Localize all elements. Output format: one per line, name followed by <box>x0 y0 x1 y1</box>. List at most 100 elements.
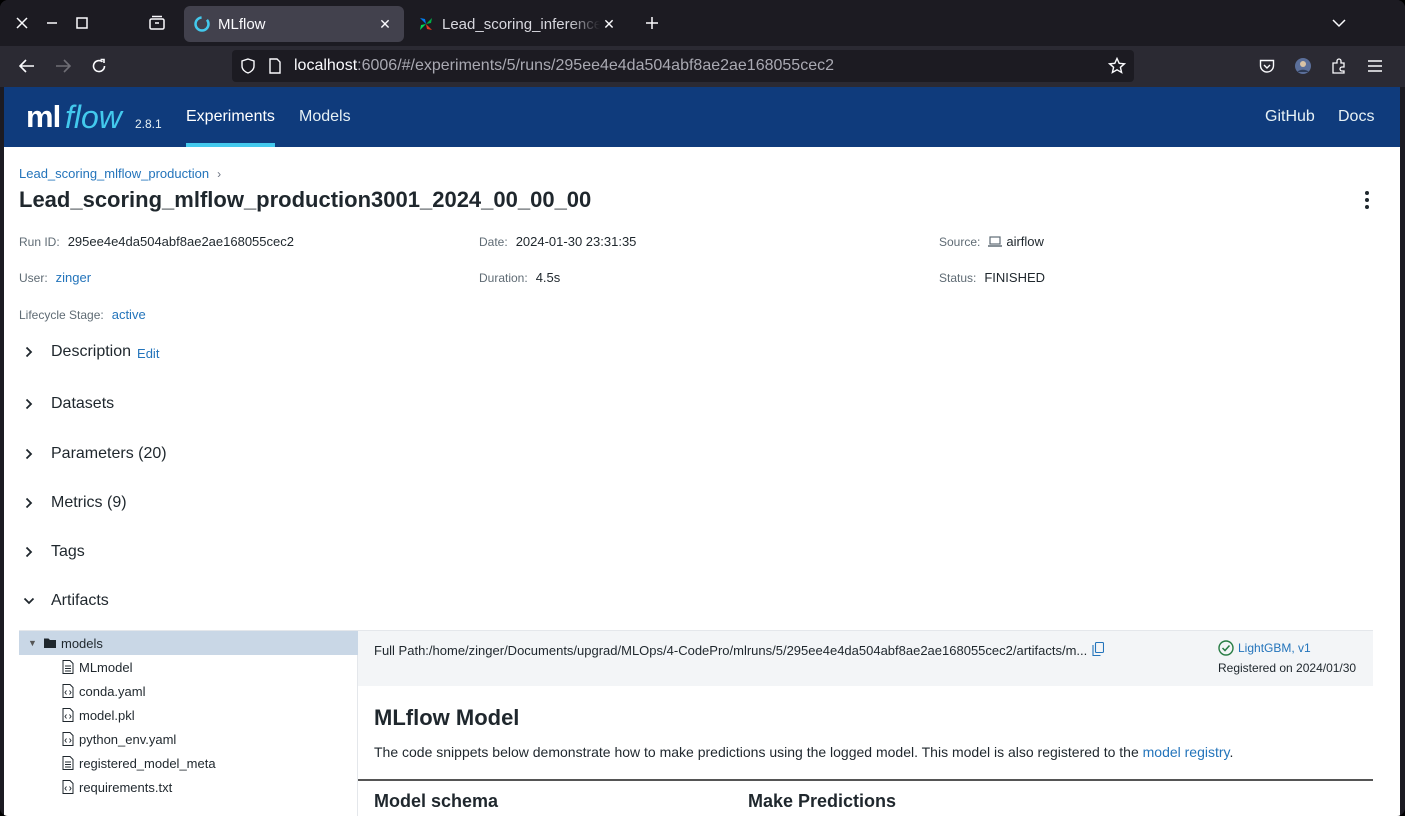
navigation-toolbar: localhost:6006/#/experiments/5/runs/295e… <box>0 46 1405 87</box>
status-value: FINISHED <box>984 270 1046 285</box>
registered-on-text: Registered on 2024/01/30 <box>1218 661 1357 675</box>
pocket-icon[interactable] <box>1255 54 1279 78</box>
model-description: The code snippets below demonstrate how … <box>374 744 1233 760</box>
tab-overview-icon[interactable] <box>146 12 168 34</box>
url-text[interactable]: localhost:6006/#/experiments/5/runs/295e… <box>294 57 834 75</box>
model-schema-heading: Model schema <box>374 791 499 811</box>
lifecycle-field: Lifecycle Stage: active <box>19 307 146 322</box>
file-code-icon <box>62 732 74 746</box>
browser-window: MLflow ✕ Lead_scoring_inference ✕ localh <box>0 0 1405 816</box>
page-icon[interactable] <box>268 58 282 74</box>
back-arrow-icon[interactable] <box>15 54 39 78</box>
section-metrics[interactable]: Metrics (9) <box>19 488 127 518</box>
caret-down-icon[interactable]: ▼ <box>28 638 38 648</box>
full-path-text: Full Path:/home/zinger/Documents/upgrad/… <box>374 643 1088 658</box>
tree-item-model-pkl[interactable]: model.pkl <box>19 703 358 727</box>
user-link[interactable]: zinger <box>56 270 91 285</box>
kebab-menu-icon[interactable] <box>1358 190 1376 210</box>
check-circle-icon <box>1218 640 1234 656</box>
url-path: :6006/#/experiments/5/runs/295ee4e4da504… <box>357 57 834 74</box>
section-description-label: Description <box>51 343 132 360</box>
description-edit-link[interactable]: Edit <box>137 346 159 361</box>
extensions-icon[interactable] <box>1327 54 1351 78</box>
account-avatar-icon[interactable] <box>1291 54 1315 78</box>
section-artifacts-label: Artifacts <box>51 592 109 609</box>
tree-item-python-env-yaml[interactable]: python_env.yaml <box>19 727 358 751</box>
new-tab-icon[interactable] <box>641 12 663 34</box>
lifecycle-link[interactable]: active <box>112 307 146 322</box>
nav-experiments[interactable]: Experiments <box>186 87 275 147</box>
mlflow-model-title: MLflow Model <box>374 705 520 730</box>
chevron-right-icon <box>19 542 39 562</box>
model-registry-link[interactable]: model registry <box>1143 744 1230 760</box>
file-code-icon <box>62 780 74 794</box>
forward-arrow-icon[interactable] <box>51 54 75 78</box>
tree-item-models[interactable]: ▼ models <box>19 631 358 655</box>
file-code-icon <box>62 708 74 722</box>
tree-item-label: registered_model_meta <box>79 755 216 771</box>
folder-icon <box>44 638 56 648</box>
mlflow-header: ml flow 2.8.1 Experiments Models GitHub … <box>4 87 1400 147</box>
run-id-label: Run ID: <box>19 234 60 249</box>
breadcrumb: Lead_scoring_mlflow_production › <box>19 166 221 181</box>
copy-icon[interactable] <box>1092 642 1104 656</box>
url-bar[interactable]: localhost:6006/#/experiments/5/runs/295e… <box>232 50 1134 82</box>
docs-link[interactable]: Docs <box>1338 87 1374 147</box>
artifact-preview: Full Path:/home/zinger/Documents/upgrad/… <box>358 631 1373 816</box>
reload-icon[interactable] <box>87 54 111 78</box>
github-link[interactable]: GitHub <box>1265 87 1315 147</box>
tree-item-label: MLmodel <box>79 659 133 675</box>
version-label: 2.8.1 <box>135 117 162 131</box>
tree-item-registered-model-meta[interactable]: registered_model_meta <box>19 751 358 775</box>
tree-item-conda-yaml[interactable]: conda.yaml <box>19 679 358 703</box>
logo-ml-text: ml <box>26 99 61 134</box>
hamburger-menu-icon[interactable] <box>1363 54 1387 78</box>
section-parameters-label: Parameters (20) <box>51 445 167 462</box>
shield-icon[interactable] <box>240 58 256 74</box>
path-bar: Full Path:/home/zinger/Documents/upgrad/… <box>358 631 1373 686</box>
user-field: User: zinger <box>19 270 91 285</box>
section-parameters[interactable]: Parameters (20) <box>19 439 167 469</box>
close-tab-icon[interactable]: ✕ <box>600 15 618 33</box>
section-artifacts[interactable]: Artifacts <box>19 586 109 616</box>
section-datasets[interactable]: Datasets <box>19 389 114 419</box>
run-id-value: 295ee4e4da504abf8ae2ae168055cec2 <box>67 234 294 249</box>
bookmark-star-icon[interactable] <box>1108 57 1126 75</box>
section-description[interactable]: Description Edit <box>19 337 159 367</box>
status-label: Status: <box>939 270 977 285</box>
breadcrumb-experiment-link[interactable]: Lead_scoring_mlflow_production <box>19 166 209 181</box>
tab-mlflow[interactable]: MLflow ✕ <box>184 6 404 42</box>
airflow-favicon-icon <box>420 18 432 30</box>
file-text-icon <box>62 660 74 674</box>
minimize-window-icon[interactable] <box>41 12 63 34</box>
lifecycle-label: Lifecycle Stage: <box>19 307 104 322</box>
tree-item-label: python_env.yaml <box>79 731 177 747</box>
tree-item-mlmodel[interactable]: MLmodel <box>19 655 358 679</box>
date-label: Date: <box>479 234 508 249</box>
nav-models[interactable]: Models <box>299 87 351 147</box>
file-text-icon <box>62 756 74 770</box>
registered-model-link[interactable]: LightGBM, v1 <box>1218 640 1356 656</box>
artifact-tree: ▼ models MLmodel conda.yaml model.pkl py… <box>19 631 358 816</box>
laptop-icon <box>988 236 1003 247</box>
url-host: localhost <box>294 57 358 74</box>
user-label: User: <box>19 270 48 285</box>
section-metrics-label: Metrics (9) <box>51 494 127 511</box>
run-id-field: Run ID: 295ee4e4da504abf8ae2ae168055cec2 <box>19 234 294 249</box>
status-field: Status: FINISHED <box>939 270 1045 285</box>
section-tags[interactable]: Tags <box>19 537 85 567</box>
registration-info: LightGBM, v1 Registered on 2024/01/30 <box>1218 640 1356 675</box>
tree-item-label: model.pkl <box>79 707 135 723</box>
chevron-right-icon <box>19 493 39 513</box>
chevron-right-icon <box>19 394 39 414</box>
duration-label: Duration: <box>479 270 528 285</box>
maximize-window-icon[interactable] <box>71 12 93 34</box>
close-tab-icon[interactable]: ✕ <box>376 15 394 33</box>
tree-item-requirements-txt[interactable]: requirements.txt <box>19 775 358 799</box>
close-window-icon[interactable] <box>11 12 33 34</box>
date-field: Date: 2024-01-30 23:31:35 <box>479 234 636 249</box>
chevron-right-icon <box>19 444 39 464</box>
list-all-tabs-icon[interactable] <box>1328 12 1350 34</box>
tab-lead-scoring-inference[interactable]: Lead_scoring_inference ✕ <box>408 6 628 42</box>
make-predictions-heading: Make Predictions <box>748 791 897 811</box>
